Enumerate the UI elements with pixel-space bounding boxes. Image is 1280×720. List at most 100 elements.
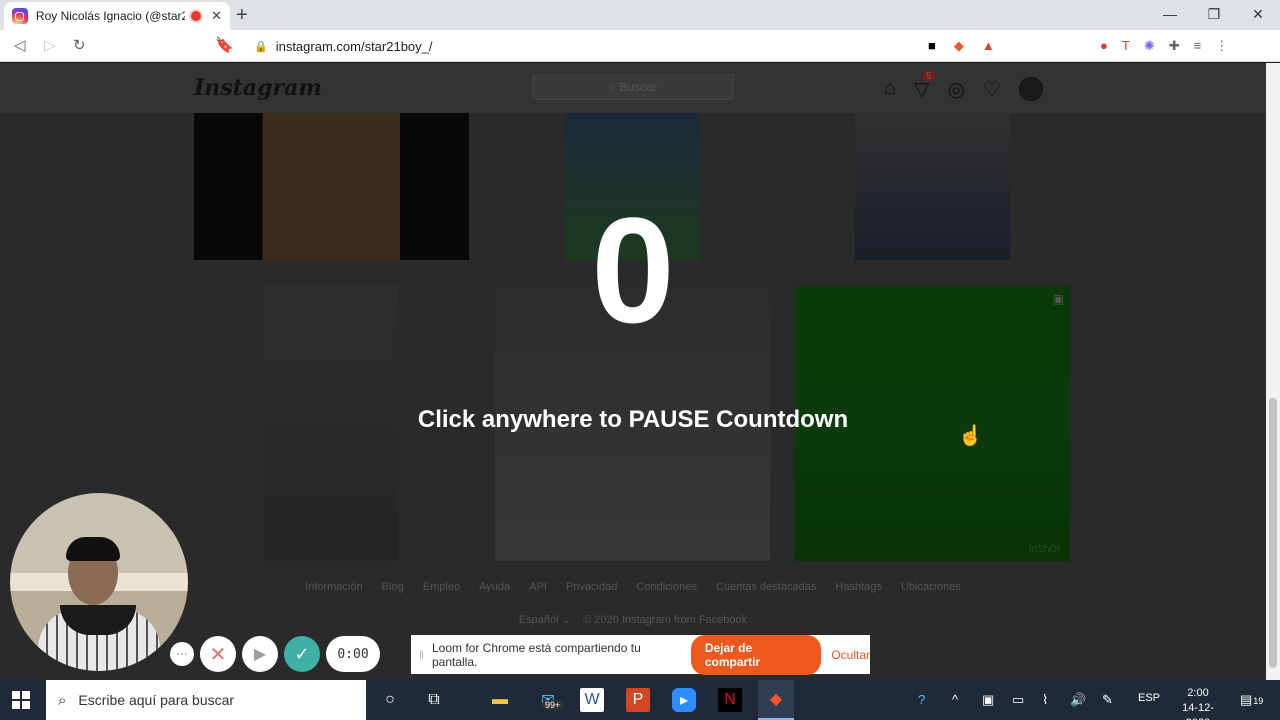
extension-m-icon[interactable]: ●: [1100, 38, 1108, 54]
show-hidden-icons-icon[interactable]: ^: [952, 692, 958, 707]
loom-pause-button[interactable]: ▶: [242, 636, 278, 672]
home-icon[interactable]: ⌂: [884, 77, 896, 102]
cortana-icon[interactable]: ○: [378, 688, 402, 712]
back-icon[interactable]: ◁: [14, 36, 26, 54]
meet-now-icon[interactable]: ▣: [982, 692, 994, 708]
extension-loom-icon[interactable]: ✺: [1144, 38, 1155, 54]
footer-link[interactable]: API: [529, 581, 547, 593]
footer-link[interactable]: Blog: [382, 581, 404, 593]
url-text: instagram.com/star21boy_/: [275, 38, 433, 54]
loom-more-button[interactable]: ···: [170, 642, 194, 666]
copyright-text: © 2020 Instagram from Facebook: [583, 614, 748, 626]
tab-title: Roy Nicolás Ignacio (@star21: [35, 9, 186, 23]
instagram-search-input[interactable]: ⌕ Buscar: [532, 74, 734, 100]
tab-strip: Roy Nicolás Ignacio (@star21 ✕ + — ❐ ✕: [0, 0, 1280, 30]
footer-link[interactable]: Información: [305, 581, 362, 593]
reload-icon[interactable]: ↻: [73, 36, 86, 54]
windows-taskbar: ⌕ Escribe aquí para buscar ○ ⧉ ▬ ✉99+ W …: [0, 680, 1280, 720]
address-bar[interactable]: 🔒 instagram.com/star21boy_/: [242, 33, 1020, 59]
loom-webcam-bubble[interactable]: [10, 493, 188, 671]
search-placeholder: Buscar: [619, 80, 657, 94]
brave-rewards-icon[interactable]: ▲: [982, 38, 995, 54]
volume-icon[interactable]: 🔊: [1070, 692, 1086, 708]
instagram-favicon-icon: [12, 8, 28, 24]
footer-link[interactable]: Ayuda: [479, 581, 510, 593]
camera-icon[interactable]: ■: [928, 38, 936, 54]
clock-date: 14-12-2020: [1182, 702, 1214, 720]
instagram-page[interactable]: Instagram ⌕ Buscar ⌂ ▽ 5 ◎ ♡ ▣ InShOt Inf…: [0, 63, 1266, 680]
brave-browser-icon[interactable]: ◆: [758, 680, 794, 720]
scrollbar-thumb[interactable]: [1269, 398, 1277, 668]
powerpoint-icon[interactable]: P: [626, 688, 650, 712]
loom-finish-button[interactable]: ✓: [284, 636, 320, 672]
new-tab-button[interactable]: +: [236, 4, 248, 27]
drag-handle-icon[interactable]: ‖: [419, 648, 424, 662]
action-center-icon[interactable]: ▤19: [1240, 692, 1263, 708]
page-scrollbar[interactable]: [1266, 63, 1280, 680]
extension-icons: ● T ✺ ✚ ≡ ⋮: [1100, 38, 1228, 54]
window-controls: — ❐ ✕: [1148, 0, 1280, 30]
close-tab-icon[interactable]: ✕: [211, 8, 222, 24]
task-view-icon[interactable]: ⧉: [422, 688, 446, 712]
windows-start-button[interactable]: [12, 691, 30, 709]
instagram-footer: Información Blog Empleo Ayuda API Privac…: [0, 581, 1266, 626]
zoom-icon[interactable]: ▸: [672, 688, 696, 712]
taskbar-search-box[interactable]: ⌕ Escribe aquí para buscar: [46, 680, 366, 720]
help-icon[interactable]: ?: [918, 692, 925, 707]
mail-icon[interactable]: ✉99+: [536, 688, 564, 712]
lock-icon: 🔒: [254, 40, 268, 53]
taskbar-clock[interactable]: 2:00 14-12-2020: [1170, 686, 1226, 720]
netflix-icon[interactable]: N: [718, 688, 742, 712]
sharing-message: Loom for Chrome está compartiendo tu pan…: [431, 640, 641, 669]
extensions-puzzle-icon[interactable]: ✚: [1169, 38, 1180, 54]
footer-copyright-row: Español ⌄ © 2020 Instagram from Facebook: [0, 613, 1266, 626]
direct-messages-icon[interactable]: ▽ 5: [914, 71, 936, 102]
recording-indicator-icon: [191, 11, 202, 21]
explore-icon[interactable]: ◎: [947, 77, 964, 102]
search-icon: ⌕: [609, 79, 620, 94]
forward-icon[interactable]: ▷: [44, 36, 56, 54]
language-select[interactable]: Español: [519, 614, 559, 626]
footer-link[interactable]: Ubicaciones: [901, 581, 961, 593]
search-icon: ⌕: [58, 691, 67, 709]
profile-avatar[interactable]: [1018, 77, 1043, 101]
activity-heart-icon[interactable]: ♡: [983, 77, 1001, 102]
notification-badge: 5: [922, 71, 936, 81]
network-icon[interactable]: ⌇: [1042, 692, 1048, 708]
browser-tab[interactable]: Roy Nicolás Ignacio (@star21 ✕: [4, 2, 230, 30]
menu-icon[interactable]: ⋮: [1215, 38, 1228, 54]
footer-links: Información Blog Empleo Ayuda API Privac…: [0, 581, 1266, 593]
clock-time: 2:00: [1187, 687, 1209, 699]
mail-badge: 99+: [542, 700, 564, 710]
extension-tp-icon[interactable]: T: [1122, 38, 1130, 54]
footer-link[interactable]: Empleo: [423, 581, 460, 593]
reading-list-icon[interactable]: ≡: [1194, 38, 1202, 54]
footer-link[interactable]: Hashtags: [835, 581, 881, 593]
hide-sharing-bar-button[interactable]: Ocultar: [831, 648, 870, 662]
inshot-watermark: InShOt: [1028, 544, 1060, 555]
instagram-logo[interactable]: Instagram: [194, 75, 322, 101]
chevron-down-icon: ⌄: [561, 614, 581, 626]
hand-cursor-icon: ☝: [958, 425, 983, 447]
restore-button[interactable]: ❐: [1192, 0, 1236, 28]
footer-link[interactable]: Condiciones: [636, 581, 697, 593]
pause-countdown-message[interactable]: Click anywhere to PAUSE Countdown: [0, 406, 1266, 434]
loom-timer: 0:00: [326, 636, 380, 672]
bookmark-icon[interactable]: 🔖: [215, 36, 234, 54]
footer-link[interactable]: Cuentas destacadas: [716, 581, 816, 593]
file-explorer-icon[interactable]: ▬: [488, 688, 512, 712]
word-icon[interactable]: W: [580, 688, 604, 712]
pen-icon[interactable]: ✎: [1102, 692, 1113, 708]
notification-count: 19: [1253, 696, 1264, 706]
stop-sharing-button[interactable]: Dejar de compartir: [690, 634, 822, 675]
brave-shield-icon[interactable]: ◆: [954, 38, 964, 54]
countdown-number[interactable]: 0: [0, 195, 1266, 345]
battery-icon[interactable]: ▭: [1012, 692, 1024, 708]
browser-toolbar: ◁ ▷ ↻ 🔖 🔒 instagram.com/star21boy_/ ■ ◆ …: [0, 30, 1280, 62]
minimize-button[interactable]: —: [1148, 0, 1192, 28]
input-language[interactable]: ESP: [1138, 692, 1160, 704]
footer-link[interactable]: Privacidad: [566, 581, 617, 593]
loom-cancel-button[interactable]: ✕: [200, 636, 236, 672]
loom-controls: ··· ✕ ▶ ✓ 0:00: [170, 636, 380, 672]
close-window-button[interactable]: ✕: [1236, 0, 1280, 28]
